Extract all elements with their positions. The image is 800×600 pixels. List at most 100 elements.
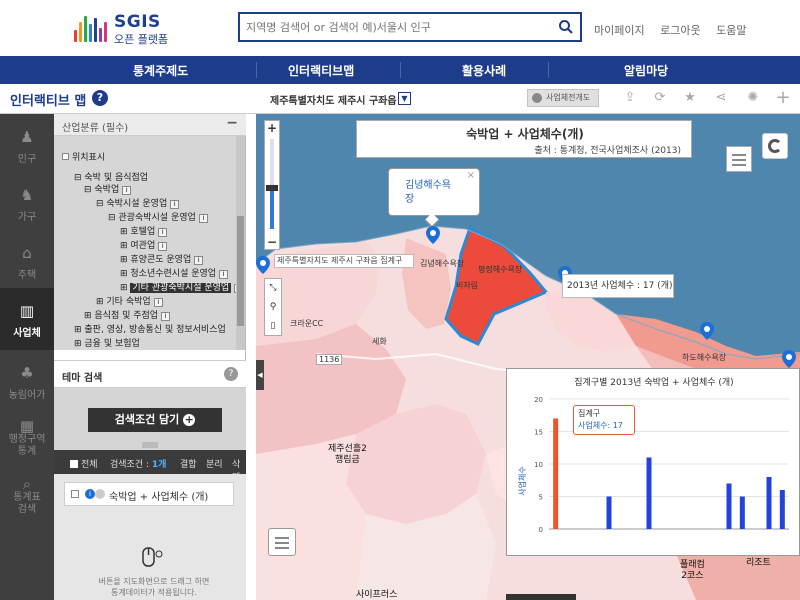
nav-item-theme-map[interactable]: 통계주제도 — [133, 62, 188, 79]
nav-item-interactive-map[interactable]: 인터랙티브맵 — [288, 62, 354, 79]
chevron-down-icon[interactable]: ▼ — [398, 92, 411, 105]
sidebar-item-district[interactable]: ▦ 행정구역 통계 — [0, 408, 54, 472]
drag-icon[interactable] — [95, 489, 105, 499]
help-link[interactable]: 도움말 — [716, 24, 746, 37]
sidebar-item-household[interactable]: ♞ 가구 — [0, 172, 54, 232]
district-icon: ▦ — [19, 417, 35, 435]
nav-item-notices[interactable]: 알림마당 — [624, 62, 668, 79]
tree-item-selected[interactable]: ⊞ 기타 관광숙박시설 운영업i — [120, 280, 236, 293]
map-label: 김녕해수욕장 — [420, 259, 465, 268]
person-icon: ♟ — [20, 128, 34, 146]
map-area[interactable]: + − ⤡ ⚲ ▯ 숙박업 + 사업체수(개) 출처 : 통계청, 전국사업체조… — [256, 114, 800, 600]
condition-list: i 숙박업 + 사업체수 (개) 버튼을 지도화면으로 드래그 하면 통계데이터… — [54, 474, 246, 600]
sgis-logo[interactable]: SGIS 오픈 플랫폼 — [74, 10, 174, 46]
chart-bar[interactable] — [646, 457, 652, 530]
help-icon[interactable]: ? — [92, 90, 108, 106]
refresh-icon[interactable]: ⟳ — [650, 88, 670, 108]
tree-item[interactable]: ⊞ 기타 숙박업 i — [96, 294, 163, 307]
nav-item-use-cases[interactable]: 활용사례 — [462, 62, 506, 79]
sidebar-item-housing[interactable]: ⌂ 주택 — [0, 230, 54, 290]
chart-bar[interactable] — [766, 477, 772, 529]
map-pin-icon[interactable] — [700, 322, 714, 340]
condition-item-label: 숙박업 + 사업체수 (개) — [109, 492, 209, 503]
zoom-slider-handle[interactable] — [266, 185, 278, 191]
resize-handle[interactable] — [142, 442, 158, 448]
settings-button[interactable]: 사업체전개도 — [527, 89, 599, 107]
info-icon[interactable]: i — [219, 270, 229, 279]
tree-item[interactable]: ⊞ 여관업 i — [120, 238, 168, 251]
trash-icon[interactable]: ▯ — [265, 317, 281, 336]
sidebar-item-population[interactable]: ♟ 인구 — [0, 114, 54, 174]
share-icon[interactable]: ⋖ — [711, 88, 731, 108]
combine-tab[interactable]: 결합 — [180, 457, 197, 470]
zoom-out-button[interactable]: − — [265, 235, 279, 249]
chart-bar[interactable] — [739, 496, 745, 530]
menu-icon[interactable] — [726, 146, 752, 172]
tree-item[interactable]: ⊟ 관광숙박시설 운영업 i — [108, 210, 208, 223]
checkbox[interactable] — [62, 153, 69, 160]
measure-icon[interactable]: ⤡ — [265, 279, 281, 298]
bottom-tab-handle[interactable] — [506, 594, 576, 600]
bar-chart[interactable]: 0 5 10 15 20 사업체수 — [507, 369, 800, 557]
info-icon[interactable]: i — [161, 312, 171, 321]
info-icon[interactable]: i — [194, 256, 204, 265]
marker-icon[interactable]: ⚲ — [265, 298, 281, 317]
info-icon[interactable]: i — [170, 200, 180, 209]
gear-icon[interactable]: ✺ — [743, 88, 763, 108]
info-icon[interactable]: i — [122, 186, 132, 195]
checkbox[interactable] — [71, 490, 79, 498]
info-icon[interactable]: i — [153, 298, 163, 307]
tree-item[interactable]: ⊞ 휴양콘도 운영업 i — [120, 252, 204, 265]
chart-bar[interactable] — [553, 418, 559, 530]
info-icon[interactable]: i — [158, 228, 168, 237]
poi-popup[interactable]: 김녕해수욕 장 × — [388, 168, 480, 228]
sidebar-item-farm[interactable]: ♣ 농림어가 — [0, 350, 54, 410]
location-toggle[interactable]: 위치표시 — [62, 150, 105, 163]
close-icon[interactable]: × — [467, 170, 475, 181]
tree-item[interactable]: ⊞ 청소년수련시설 운영업 i — [120, 266, 229, 279]
map-pin-icon[interactable] — [426, 226, 440, 244]
map-label: 사이프러스 — [356, 590, 398, 600]
tree-item[interactable]: ⊞ 음식점 및 주점업 i — [84, 308, 171, 321]
refresh-icon[interactable] — [762, 133, 788, 159]
chart-bar[interactable] — [779, 490, 785, 529]
sidebar-item-label: 인구 — [17, 154, 37, 165]
tree-item[interactable]: ⊞ 출판, 영상, 방송통신 및 정보서비스업 — [74, 322, 226, 335]
map-pin-icon[interactable] — [256, 256, 270, 274]
zoom-in-button[interactable]: + — [265, 121, 279, 135]
mypage-link[interactable]: 마이페이지 — [594, 24, 645, 37]
map-title: 숙박업 + 사업체수(개) — [466, 127, 584, 141]
select-all-checkbox[interactable]: 전체 — [70, 457, 98, 470]
star-icon[interactable]: ★ — [680, 88, 700, 108]
condition-item[interactable]: i 숙박업 + 사업체수 (개) — [64, 482, 234, 506]
list-icon[interactable] — [268, 528, 296, 556]
tree-item[interactable]: ⊞ 금융 및 보험업 — [74, 336, 140, 349]
sidebar-item-business[interactable]: ▥ 사업체 — [0, 288, 54, 350]
search-icon[interactable] — [558, 19, 574, 35]
map-pin-icon[interactable] — [782, 350, 796, 368]
info-icon[interactable]: i — [198, 214, 208, 223]
y-tick-label: 15 — [534, 429, 543, 437]
split-tab[interactable]: 분리 — [206, 457, 223, 470]
chart-bar[interactable] — [726, 483, 732, 530]
bar-chart-popup[interactable]: 집계구별 2013년 숙박업 + 사업체수 (개) 0 5 10 15 20 사업체수 … — [506, 368, 800, 556]
tree-item[interactable]: ⊟ 숙박시설 운영업 i — [96, 196, 180, 209]
tree-scrollbar[interactable] — [236, 136, 245, 350]
search-input[interactable] — [246, 18, 546, 36]
add-condition-button[interactable]: 검색조건 담기 + — [88, 408, 222, 432]
download-icon[interactable]: ⇪ — [620, 88, 640, 108]
tree-item[interactable]: ⊞ 호텔업 i — [120, 224, 168, 237]
plus-icon[interactable]: + — [773, 88, 793, 108]
chart-bar[interactable] — [606, 496, 612, 530]
help-icon[interactable]: ? — [224, 367, 238, 381]
collapse-icon[interactable]: − — [226, 115, 238, 131]
info-icon[interactable]: i — [85, 489, 95, 499]
left-sidebar: ♟ 인구 ♞ 가구 ⌂ 주택 ▥ 사업체 ♣ 농림어가 ▦ 행정구역 통계 ⌕ 통계표 검색 — [0, 114, 54, 600]
info-icon[interactable]: i — [158, 242, 168, 251]
logout-link[interactable]: 로그아웃 — [660, 24, 700, 37]
map-label: 평정해수욕장 — [478, 265, 523, 274]
tree-item[interactable]: ⊟ 숙박업 i — [84, 182, 132, 195]
sidebar-item-table-search[interactable]: ⌕ 통계표 검색 — [0, 466, 54, 530]
theme-search-row[interactable]: 테마 검색 ? — [54, 360, 246, 388]
panel-collapse-button[interactable]: ◀ — [256, 360, 264, 390]
